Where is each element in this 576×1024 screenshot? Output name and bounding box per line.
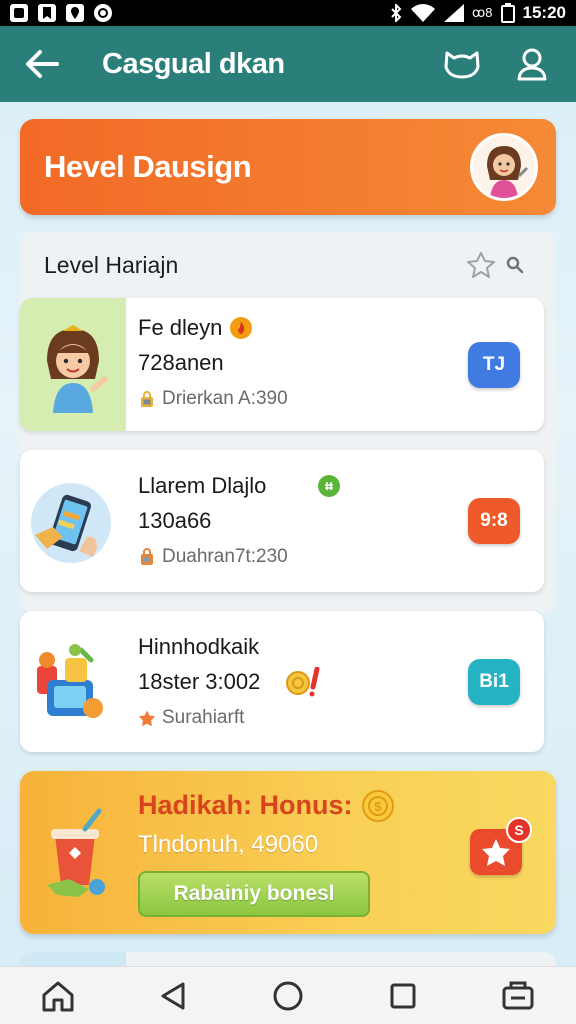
list-item[interactable]: Llarem Dlajlo 130a66 Duahran7t:230 9:8 bbox=[20, 450, 544, 592]
item-art bbox=[20, 611, 126, 752]
network-type: ꝏ8 bbox=[472, 5, 493, 20]
profile-button[interactable] bbox=[508, 40, 556, 88]
app-title: Casgual dkan bbox=[102, 47, 285, 80]
item-name-text: Llarem Dlajlo bbox=[138, 473, 267, 498]
girl-character-icon bbox=[47, 324, 108, 413]
sync-icon bbox=[94, 4, 112, 22]
app-notification-icon bbox=[10, 4, 28, 22]
bonus-star-button[interactable]: S bbox=[470, 817, 532, 875]
star-icon bbox=[482, 839, 510, 866]
search-button[interactable] bbox=[498, 248, 532, 282]
item-art bbox=[20, 450, 126, 592]
toys-pile-icon bbox=[37, 643, 103, 718]
bonus-title: Hadikah: Honus: $ bbox=[138, 789, 556, 823]
item-meta-text: Surahiarft bbox=[162, 707, 245, 728]
home-icon bbox=[42, 981, 74, 1011]
battery-icon bbox=[500, 3, 515, 23]
favorite-button[interactable] bbox=[464, 248, 498, 282]
svg-text:$: $ bbox=[374, 799, 382, 814]
item-meta-text: Duahran7t:230 bbox=[162, 546, 288, 567]
bookmark-icon bbox=[38, 4, 56, 22]
star-icon bbox=[138, 709, 156, 727]
item-meta: Drierkan A:390 bbox=[138, 388, 544, 410]
green-coin-icon bbox=[318, 475, 341, 497]
list-item[interactable]: Hinnhodkaik 18ster 3:002 Surahiarft Bi1 bbox=[20, 611, 544, 752]
star-outline-icon bbox=[467, 252, 495, 278]
item-meta: Duahran7t:230 bbox=[138, 546, 544, 568]
item-meta-text: Drierkan A:390 bbox=[162, 388, 288, 409]
back-triangle-icon bbox=[161, 982, 185, 1009]
recents-nav-button[interactable] bbox=[379, 972, 427, 1020]
home-circle-icon bbox=[273, 981, 303, 1010]
profile-icon bbox=[517, 48, 547, 81]
bonus-art bbox=[20, 803, 136, 903]
item-badge[interactable]: 9:8 bbox=[468, 498, 520, 544]
app-bar: Casgual dkan bbox=[0, 26, 576, 102]
list-item[interactable]: Fe dleyn 728anen Drierkan A:390 TJ bbox=[20, 298, 544, 431]
banner-avatar[interactable] bbox=[470, 133, 538, 201]
bonus-title-text: Hadikah: Honus: bbox=[138, 790, 353, 820]
notification-badge: S bbox=[506, 817, 532, 843]
recents-square-icon bbox=[390, 983, 416, 1008]
item-body: Fe dleyn 728anen Drierkan A:390 TJ bbox=[126, 298, 544, 431]
cat-mask-icon bbox=[444, 51, 480, 79]
list-title: Level Hariajn bbox=[44, 251, 179, 278]
list-header: Level Hariajn bbox=[20, 232, 556, 298]
level-banner[interactable]: Hevel Dausign bbox=[20, 119, 556, 215]
clock: 15:20 bbox=[522, 3, 566, 22]
item-value-text: 18ster 3:002 bbox=[138, 669, 261, 694]
back-nav-button[interactable] bbox=[149, 972, 197, 1020]
back-button[interactable] bbox=[20, 42, 64, 86]
bonus-card[interactable]: Hadikah: Honus: $ Tlndonuh, 49060 Rabain… bbox=[20, 771, 556, 934]
notification-icons bbox=[10, 4, 112, 22]
item-meta: Surahiarft bbox=[138, 707, 544, 729]
screenshot-icon bbox=[502, 981, 534, 1009]
item-badge[interactable]: TJ bbox=[468, 341, 520, 388]
system-nav-bar bbox=[0, 966, 576, 1024]
phone-hand-icon bbox=[31, 483, 111, 563]
wifi-icon bbox=[411, 4, 436, 22]
location-pin-icon bbox=[66, 4, 84, 22]
coin-exclaim-icon bbox=[284, 667, 324, 697]
girl-avatar-icon bbox=[473, 136, 535, 198]
mask-button[interactable] bbox=[438, 40, 486, 88]
item-body: Llarem Dlajlo 130a66 Duahran7t:230 9:8 bbox=[126, 450, 544, 592]
screenshot-nav-button[interactable] bbox=[494, 972, 542, 1020]
bluetooth-icon bbox=[391, 4, 402, 22]
banner-title: Hevel Dausign bbox=[44, 149, 252, 184]
claim-bonus-button[interactable]: Rabainiy bonesl bbox=[138, 870, 370, 917]
arrow-left-icon bbox=[26, 50, 59, 78]
status-bar: ꝏ8 15:20 bbox=[0, 0, 576, 26]
item-badge[interactable]: Bi1 bbox=[468, 658, 520, 705]
home-circle-nav-button[interactable] bbox=[264, 972, 312, 1020]
item-body: Hinnhodkaik 18ster 3:002 Surahiarft Bi1 bbox=[126, 611, 544, 752]
item-name-text: Fe dleyn bbox=[138, 315, 223, 340]
system-indicators: ꝏ8 15:20 bbox=[390, 3, 566, 23]
search-icon bbox=[506, 256, 524, 274]
lock-icon bbox=[138, 390, 156, 408]
cellular-signal-icon bbox=[444, 4, 465, 22]
home-nav-button[interactable] bbox=[34, 972, 82, 1020]
gold-coin-icon: $ bbox=[361, 789, 394, 822]
bag-icon bbox=[138, 548, 156, 566]
fire-coin-icon bbox=[230, 317, 253, 339]
item-art bbox=[20, 298, 126, 431]
soda-cup-icon bbox=[47, 808, 105, 897]
